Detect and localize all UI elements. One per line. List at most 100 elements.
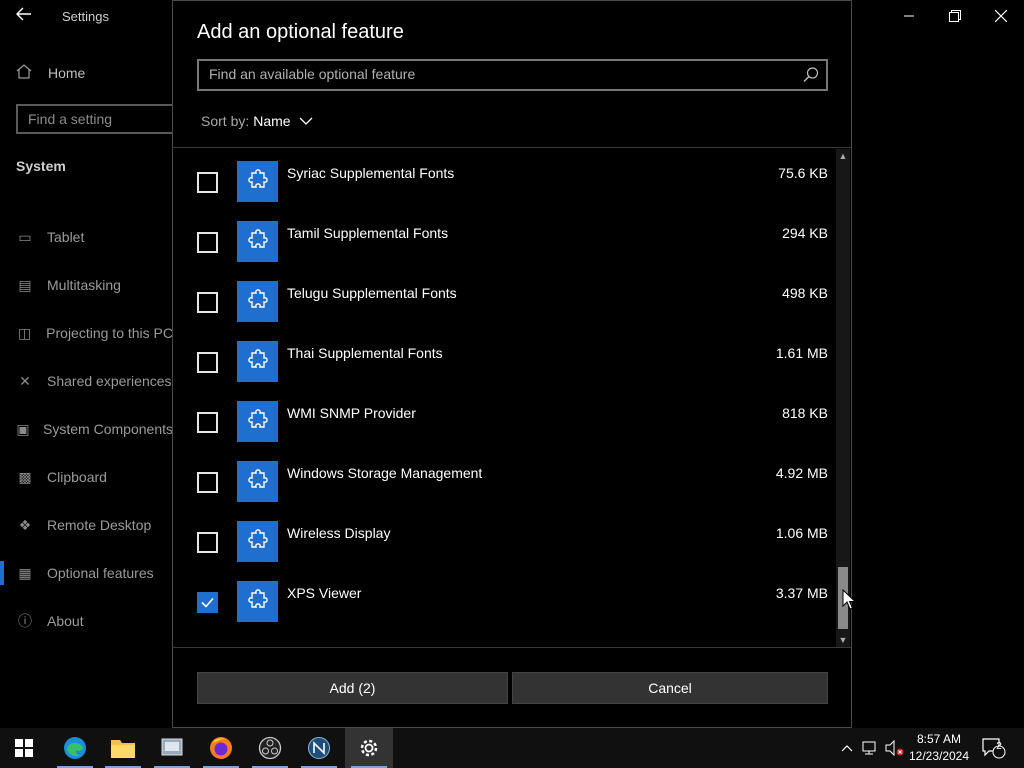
file-explorer-icon[interactable] [99,728,147,768]
feature-row[interactable]: WMI SNMP Provider 818 KB [173,388,833,448]
sort-value: Name [253,113,291,129]
cancel-button[interactable]: Cancel [512,672,828,704]
feature-row[interactable]: Windows Storage Management 4.92 MB [173,448,833,508]
feature-size: 3.37 MB [775,585,828,601]
sidebar-item-tablet[interactable]: ▭ Tablet [0,217,173,257]
sidebar-item-about[interactable]: ⓘ About [0,601,173,641]
feature-size: 294 KB [782,225,828,241]
clock-date: 12/23/2024 [908,749,970,763]
feature-row[interactable]: Telugu Supplemental Fonts 498 KB [173,268,833,328]
feature-name: Telugu Supplemental Fonts [287,285,457,301]
search-placeholder: Find an available optional feature [209,66,416,82]
puzzle-piece-icon [237,581,278,622]
edge-icon[interactable] [51,728,99,768]
add-button[interactable]: Add (2) [197,672,508,704]
scroll-up-arrow-icon[interactable]: ▲ [836,149,850,163]
feature-row[interactable]: XPS Viewer 3.37 MB [173,568,833,628]
sidebar-item-clipboard[interactable]: ▩ Clipboard [0,457,173,497]
sidebar-item-projecting[interactable]: ◫ Projecting to this PC [0,313,173,353]
nav-home[interactable]: Home [16,62,85,84]
volume-muted-icon[interactable] [884,728,906,768]
shared-experiences-icon: ✕ [19,372,31,389]
feature-size: 4.92 MB [775,465,828,481]
feature-row[interactable]: Wireless Display 1.06 MB [173,508,833,568]
minimize-button[interactable] [886,0,932,32]
nav-home-label: Home [48,65,86,81]
feature-name: Windows Storage Management [287,465,483,481]
action-center-icon[interactable]: 2 [980,728,1008,768]
feature-row[interactable]: Thai Supplemental Fonts 1.61 MB [173,328,833,388]
app-icon[interactable] [295,728,343,768]
puzzle-piece-icon [237,281,278,322]
puzzle-piece-icon [237,461,278,502]
back-arrow-icon[interactable] [12,6,36,28]
feature-name: Thai Supplemental Fonts [287,345,443,361]
puzzle-piece-icon [237,161,278,202]
sidebar-item-label: Clipboard [47,469,107,485]
dialog-title: Add an optional feature [197,21,404,43]
network-icon[interactable] [860,728,882,768]
puzzle-piece-icon [237,521,278,562]
sidebar-item-remote-desktop[interactable]: ❖ Remote Desktop [0,505,173,545]
multitasking-icon: ▤ [18,276,32,293]
optional-features-icon: ▦ [18,564,32,581]
firefox-icon[interactable] [197,728,245,768]
add-optional-feature-dialog: Add an optional feature Find an availabl… [172,0,852,728]
divider [173,647,851,648]
info-icon: ⓘ [18,613,32,629]
taskbar: 8:57 AM 12/23/2024 2 [0,728,1024,768]
list-scrollbar[interactable]: ▲ ▼ [836,149,850,647]
search-icon[interactable] [802,66,820,84]
feature-checkbox[interactable] [197,532,218,553]
feature-row[interactable]: Syriac Supplemental Fonts 75.6 KB [173,148,833,208]
feature-search-input[interactable]: Find an available optional feature [197,59,828,91]
app-icon[interactable] [148,728,196,768]
feature-checkbox[interactable] [197,352,218,373]
obs-icon[interactable] [246,728,294,768]
sidebar-item-system-components[interactable]: ▣ System Components [0,409,173,449]
close-button[interactable] [978,0,1024,32]
projecting-icon: ◫ [17,324,32,341]
clipboard-icon: ▩ [18,468,32,485]
clock-time: 8:57 AM [916,732,962,746]
sidebar-item-label: Optional features [47,565,154,581]
sort-dropdown[interactable]: Sort by: Name [201,113,313,129]
scroll-down-arrow-icon[interactable]: ▼ [836,633,850,647]
mouse-cursor-icon [842,589,856,610]
feature-size: 75.6 KB [778,165,828,181]
feature-checkbox[interactable] [197,412,218,433]
notification-count: 2 [996,741,1002,752]
window-title: Settings [62,9,109,24]
sidebar-item-multitasking[interactable]: ▤ Multitasking [0,265,173,305]
restore-button[interactable] [932,0,978,32]
sidebar-item-label: Shared experiences [47,373,172,389]
section-heading: System [16,158,66,174]
feature-name: Syriac Supplemental Fonts [287,165,455,181]
feature-checkbox[interactable] [197,292,218,313]
sidebar-item-label: Tablet [47,229,85,245]
feature-size: 1.61 MB [775,345,828,361]
sidebar-item-optional-features[interactable]: ▦ Optional features [0,553,173,593]
feature-checkbox[interactable] [197,472,218,493]
start-icon[interactable] [0,728,48,768]
feature-size: 498 KB [782,285,828,301]
feature-checkbox[interactable] [197,232,218,253]
feature-name: Wireless Display [287,525,391,541]
feature-row[interactable]: Tamil Supplemental Fonts 294 KB [173,208,833,268]
feature-name: WMI SNMP Provider [287,405,416,421]
system-components-icon: ▣ [16,420,30,437]
puzzle-piece-icon [237,221,278,262]
find-setting-input[interactable]: Find a setting [16,104,186,134]
settings-icon[interactable] [345,728,393,768]
feature-checkbox-checked[interactable] [197,592,218,613]
feature-size: 1.06 MB [775,525,828,541]
tablet-icon: ▭ [18,228,32,245]
home-icon [16,63,36,83]
feature-checkbox[interactable] [197,172,218,193]
chevron-up-icon[interactable] [838,728,856,768]
sort-label: Sort by: [201,113,250,129]
sidebar-item-label: About [47,613,84,629]
sidebar-item-shared-experiences[interactable]: ✕ Shared experiences [0,361,173,401]
system-clock[interactable]: 8:57 AM 12/23/2024 [904,731,974,765]
sidebar-item-label: Projecting to this PC [46,325,173,341]
